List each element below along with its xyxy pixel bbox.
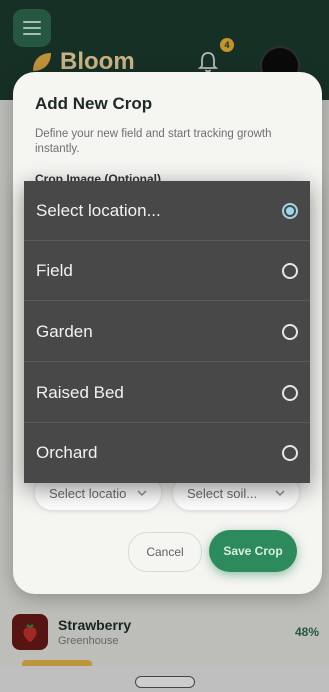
modal-title: Add New Crop xyxy=(35,94,153,113)
option-label: Raised Bed xyxy=(36,382,124,402)
picker-option-field[interactable]: Field xyxy=(24,241,310,301)
radio-unselected-icon[interactable] xyxy=(282,262,298,279)
option-label: Select location... xyxy=(36,200,161,220)
modal-description: Define your new field and start tracking… xyxy=(35,128,272,155)
save-crop-button[interactable]: Save Crop xyxy=(209,530,297,572)
radio-unselected-icon[interactable] xyxy=(282,384,298,401)
picker-option-garden[interactable]: Garden xyxy=(24,302,310,362)
picker-option-raised-bed[interactable]: Raised Bed xyxy=(24,363,310,423)
location-picker-dialog: Select location... Field Garden Raised B… xyxy=(24,181,310,483)
soil-select-value: Select soil... xyxy=(187,485,258,501)
option-label: Field xyxy=(36,260,73,280)
radio-unselected-icon[interactable] xyxy=(282,323,298,340)
chevron-down-icon xyxy=(137,490,147,496)
location-select-value: Select locatio xyxy=(49,485,127,501)
cancel-button[interactable]: Cancel xyxy=(128,532,202,572)
screen: Bloom 4 Strawberry Greenhouse 48% Add Ne… xyxy=(0,0,329,692)
option-label: Orchard xyxy=(36,443,98,462)
option-label: Garden xyxy=(36,321,93,341)
picker-option-orchard[interactable]: Orchard xyxy=(24,423,310,483)
radio-selected-icon[interactable] xyxy=(282,202,298,219)
picker-option-select-location[interactable]: Select location... xyxy=(24,181,310,241)
radio-unselected-icon[interactable] xyxy=(282,445,298,461)
chevron-down-icon xyxy=(275,490,285,496)
